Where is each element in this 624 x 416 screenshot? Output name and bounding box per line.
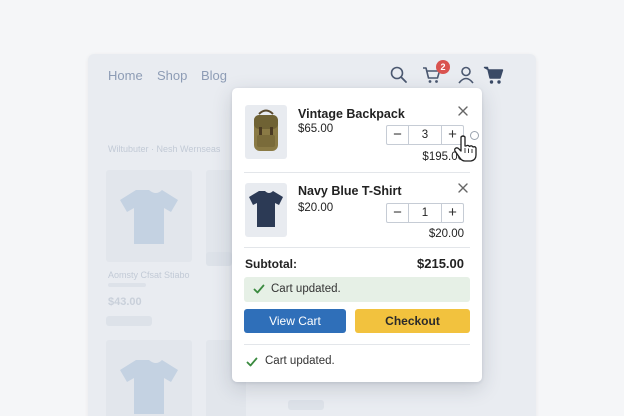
footer-notice-text: Cart updated. [265, 355, 335, 367]
nav-shop-link[interactable]: Shop [157, 68, 187, 83]
backpack-icon [254, 109, 278, 151]
cart-updated-notice: Cart updated. [244, 277, 470, 302]
cart-dropdown: Vintage Backpack $65.00 − + $195.00 Navy… [232, 88, 482, 382]
nav-home-link[interactable]: Home [108, 68, 143, 83]
nav-blog-link[interactable]: Blog [201, 68, 227, 83]
increase-qty-button[interactable]: + [441, 204, 463, 222]
notice-text: Cart updated. [271, 283, 341, 295]
product-button[interactable] [106, 316, 152, 326]
tshirt-icon [120, 190, 178, 244]
close-icon [458, 106, 468, 116]
product-card[interactable] [106, 170, 192, 262]
remove-item-button[interactable] [456, 104, 470, 118]
quantity-stepper[interactable]: − + [386, 203, 464, 223]
product-price: $43.00 [108, 296, 142, 308]
footer-divider [244, 344, 470, 345]
product-tag [206, 252, 232, 266]
quantity-input[interactable] [409, 126, 441, 144]
decrease-qty-button[interactable]: − [387, 204, 409, 222]
close-icon [458, 183, 468, 193]
tshirt-icon [249, 191, 283, 227]
user-icon[interactable] [455, 64, 477, 86]
hand-cursor-icon [454, 135, 477, 162]
checkout-button[interactable]: Checkout [355, 309, 470, 333]
product-button[interactable] [288, 400, 324, 410]
cart-item-name: Vintage Backpack [298, 107, 405, 121]
remove-item-button[interactable] [456, 181, 470, 195]
decrease-qty-button[interactable]: − [387, 126, 409, 144]
breadcrumb: Wiltubuter · Nesh Wernseas [108, 144, 221, 154]
search-icon[interactable] [388, 64, 410, 86]
backpack-thumbnail [245, 105, 287, 159]
tshirt-icon [120, 360, 178, 414]
check-icon [253, 284, 265, 294]
subtotal-value: $215.00 [417, 256, 464, 271]
subtotal-label: Subtotal: [245, 257, 297, 271]
tshirt-thumbnail [245, 183, 287, 237]
product-label: Aomsty Cfsat Stiabo [108, 270, 190, 280]
item-divider [244, 172, 470, 173]
cart-icon[interactable] [483, 64, 505, 86]
quantity-input[interactable] [409, 204, 441, 222]
cart-item-line-total: $20.00 [428, 228, 464, 240]
rating-stars [108, 283, 146, 287]
cart-count-badge: 2 [436, 60, 450, 74]
view-cart-button[interactable]: View Cart [244, 309, 346, 333]
check-icon [246, 357, 258, 367]
cart-item-price: $65.00 [298, 123, 334, 135]
cart-item-price: $20.00 [298, 202, 334, 214]
cart-item-name: Navy Blue T-Shirt [298, 184, 402, 198]
product-card[interactable] [106, 340, 192, 416]
subtotal-divider [244, 247, 470, 248]
